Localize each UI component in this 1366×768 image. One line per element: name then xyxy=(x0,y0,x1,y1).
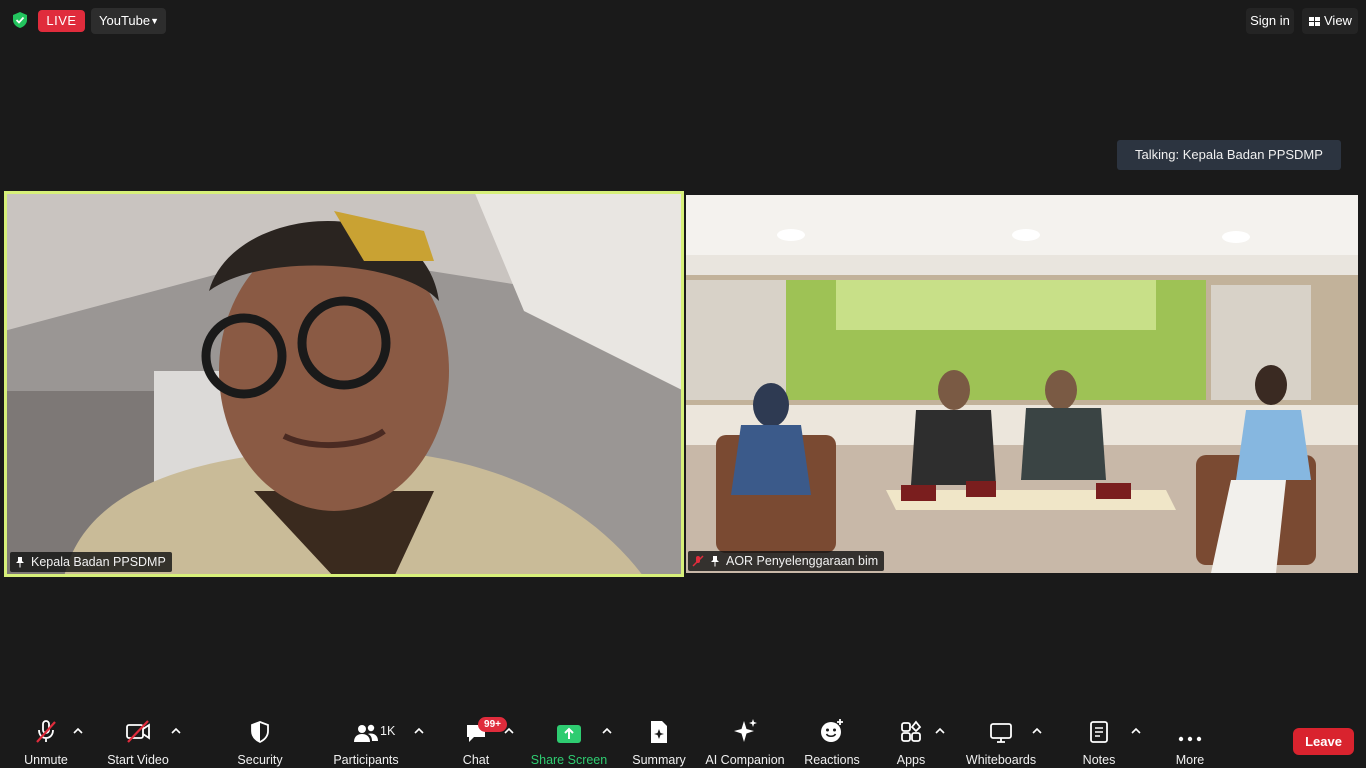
unmute-label: Unmute xyxy=(24,753,68,767)
studio-video-feed xyxy=(686,195,1358,573)
chevron-down-icon: ▼ xyxy=(150,16,159,26)
view-label: View xyxy=(1324,13,1352,28)
view-button[interactable]: View xyxy=(1302,8,1358,34)
chevron-up-icon[interactable] xyxy=(72,726,84,736)
ai-companion-label: AI Companion xyxy=(705,753,785,767)
chevron-up-icon[interactable] xyxy=(601,726,613,736)
chevron-up-icon[interactable] xyxy=(413,726,425,736)
apps-label: Apps xyxy=(896,753,926,767)
apps-icon xyxy=(901,720,922,742)
security-shield-icon[interactable] xyxy=(11,11,29,29)
sign-in-button[interactable]: Sign in xyxy=(1246,8,1294,34)
participant-name: Kepala Badan PPSDMP xyxy=(31,555,166,569)
whiteboards-label: Whiteboards xyxy=(965,753,1037,767)
ai-companion-button[interactable]: AI Companion xyxy=(704,718,786,767)
pin-icon xyxy=(16,557,24,568)
start-video-button[interactable]: Start Video xyxy=(103,718,173,767)
chevron-up-icon[interactable] xyxy=(170,726,182,736)
chevron-up-icon[interactable] xyxy=(1031,726,1043,736)
participant-name-tag: Kepala Badan PPSDMP xyxy=(10,552,172,572)
sign-in-label: Sign in xyxy=(1250,13,1290,28)
chevron-up-icon[interactable] xyxy=(1130,726,1142,736)
participants-icon xyxy=(354,724,378,742)
stream-target-dropdown[interactable]: YouTube ▼ xyxy=(91,8,166,34)
pin-icon xyxy=(711,556,719,567)
live-badge[interactable]: LIVE xyxy=(38,10,85,32)
share-screen-icon xyxy=(557,725,581,743)
video-tile-participant[interactable]: AOR Penyelenggaraan bim xyxy=(686,195,1358,573)
mic-muted-icon xyxy=(36,720,56,743)
participants-count: 1K xyxy=(380,724,396,738)
shield-icon xyxy=(251,721,269,744)
leave-button[interactable]: Leave xyxy=(1293,728,1354,755)
participants-label: Participants xyxy=(333,753,399,767)
share-screen-label: Share Screen xyxy=(530,753,608,767)
notes-label: Notes xyxy=(1082,753,1116,767)
stream-target-label: YouTube xyxy=(99,13,151,28)
leave-label: Leave xyxy=(1305,734,1342,749)
mic-muted-icon xyxy=(692,555,704,567)
video-off-icon xyxy=(126,720,150,743)
security-button[interactable]: Security xyxy=(232,718,288,767)
talking-indicator: Talking: Kepala Badan PPSDMP xyxy=(1117,140,1341,170)
chevron-up-icon[interactable] xyxy=(934,726,946,736)
meeting-toolbar: Unmute Start Video Security Participants… xyxy=(0,706,1366,768)
chat-label: Chat xyxy=(462,753,490,767)
active-speaker-border xyxy=(4,191,684,577)
summary-button[interactable]: Summary xyxy=(628,718,690,767)
whiteboards-button[interactable]: Whiteboards xyxy=(962,718,1040,767)
more-dots-icon xyxy=(1178,736,1202,742)
video-tile-active-speaker[interactable]: Kepala Badan PPSDMP xyxy=(4,191,684,577)
whiteboard-icon xyxy=(990,723,1012,743)
start-video-label: Start Video xyxy=(107,753,169,767)
grid-view-icon xyxy=(1309,17,1320,26)
participant-name-tag: AOR Penyelenggaraan bim xyxy=(688,551,885,571)
sparkle-icon xyxy=(734,719,757,742)
share-screen-button[interactable]: Share Screen xyxy=(530,718,608,767)
summary-document-icon xyxy=(651,721,667,743)
security-label: Security xyxy=(237,753,283,767)
live-label: LIVE xyxy=(46,13,77,28)
notes-button[interactable]: Notes xyxy=(1078,718,1120,767)
more-label: More xyxy=(1175,753,1205,767)
participant-name: AOR Penyelenggaraan bim xyxy=(726,554,879,568)
more-button[interactable]: More xyxy=(1168,718,1212,767)
summary-label: Summary xyxy=(632,753,686,767)
reactions-label: Reactions xyxy=(804,753,860,767)
unmute-button[interactable]: Unmute xyxy=(18,718,74,767)
smiley-icon xyxy=(821,719,843,742)
reactions-button[interactable]: Reactions xyxy=(802,718,862,767)
notes-icon xyxy=(1090,721,1108,743)
apps-button[interactable]: Apps xyxy=(890,718,932,767)
chevron-up-icon[interactable] xyxy=(503,726,515,736)
